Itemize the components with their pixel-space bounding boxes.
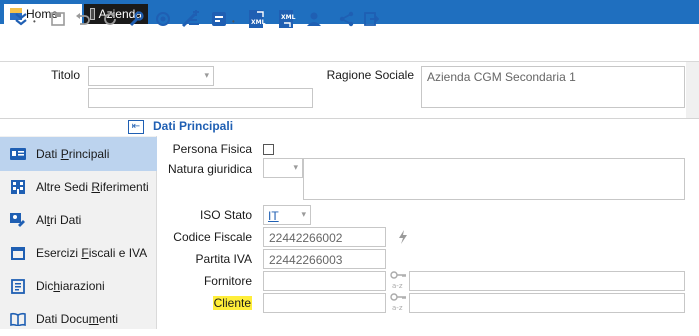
persona-fisica-checkbox[interactable]	[263, 144, 274, 155]
ragione-sociale-label: Ragione Sociale	[326, 68, 414, 82]
book-icon	[10, 312, 26, 326]
svg-text:XML: XML	[281, 14, 296, 21]
header-scrollbar[interactable]	[686, 62, 699, 118]
target-icon[interactable]	[154, 8, 172, 30]
key-search-icon[interactable]: a-z	[390, 293, 408, 312]
export-xml-icon[interactable]: XML	[247, 8, 267, 30]
titolo-secondary-field[interactable]	[88, 88, 313, 108]
partita-iva-label: Partita IVA	[195, 252, 252, 266]
key-search-icon[interactable]: a-z	[390, 271, 408, 290]
natura-giuridica-label: Natura giuridica	[167, 162, 252, 176]
fornitore-code-field[interactable]	[263, 271, 386, 291]
exit-icon[interactable]	[362, 8, 380, 30]
magic-wand-icon[interactable]	[180, 8, 202, 30]
persona-fisica-label: Persona Fisica	[172, 142, 252, 156]
iso-stato-value: IT	[268, 209, 279, 223]
svg-text:a-z: a-z	[392, 282, 403, 290]
iso-stato-label: ISO Stato	[199, 208, 252, 222]
sidebar-item-label: Altre Sedi Riferimenti	[36, 180, 149, 194]
ragione-sociale-value: Azienda CGM Secondaria 1	[427, 70, 576, 84]
user-icon[interactable]	[305, 8, 323, 30]
section-header	[0, 118, 699, 136]
codice-fiscale-value: 22442266002	[269, 231, 343, 245]
expand-chevron-icon[interactable]	[12, 8, 30, 30]
save-icon[interactable]	[49, 8, 67, 30]
ragione-sociale-field[interactable]: Azienda CGM Secondaria 1	[421, 66, 685, 108]
section-title: Dati Principali	[153, 119, 234, 133]
partita-iva-field[interactable]: 22442266003	[263, 249, 386, 269]
collapse-sidebar-button[interactable]: ⇤	[128, 120, 144, 134]
chevron-down-icon: ▾	[204, 70, 209, 80]
share-icon[interactable]	[338, 8, 356, 30]
chevron-down-icon: ▾	[301, 209, 306, 219]
titolo-label: Titolo	[51, 68, 80, 82]
partita-iva-value: 22442266003	[269, 253, 343, 267]
svg-text:a-z: a-z	[392, 304, 403, 312]
collapse-icon: ⇤	[131, 121, 141, 132]
titolo-select[interactable]: ▾	[88, 66, 214, 86]
edit-dropdown-caret-icon[interactable]: •	[232, 17, 235, 26]
cliente-label: Cliente	[212, 296, 252, 310]
building-icon	[10, 180, 26, 194]
chevron-down-icon: ▾	[293, 162, 298, 172]
svg-text:XML: XML	[251, 19, 266, 26]
sidebar-item-label: Dati Documenti	[36, 312, 119, 326]
fornitore-label: Fornitore	[203, 274, 252, 288]
codice-fiscale-label: Codice Fiscale	[173, 230, 252, 244]
natura-giuridica-select[interactable]: ▾	[263, 158, 303, 178]
iso-stato-select[interactable]: IT ▾	[263, 205, 311, 225]
import-xml-icon[interactable]: XML	[277, 8, 297, 30]
edit-form-icon[interactable]	[210, 8, 228, 30]
toolbar-dropdown-caret-icon[interactable]: •	[33, 17, 36, 26]
cliente-description-field[interactable]	[409, 293, 685, 313]
wrench-icon[interactable]	[127, 8, 145, 30]
natura-giuridica-description[interactable]	[303, 158, 685, 200]
cliente-code-field[interactable]	[263, 293, 386, 313]
refresh-icon[interactable]	[101, 8, 119, 30]
codice-fiscale-field[interactable]: 22442266002	[263, 227, 386, 247]
fornitore-description-field[interactable]	[409, 271, 685, 291]
lightning-icon[interactable]	[396, 227, 410, 247]
undo-icon[interactable]	[74, 8, 92, 30]
